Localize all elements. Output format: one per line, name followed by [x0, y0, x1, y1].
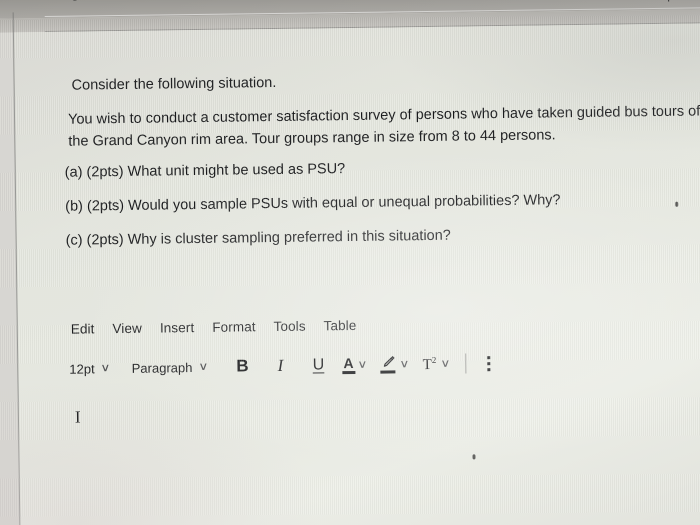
kebab-dot [486, 367, 491, 371]
superscript-icon: T2 [423, 354, 437, 373]
font-size-select[interactable]: 12pt ∨ [69, 360, 111, 377]
bold-button[interactable]: B [229, 354, 255, 378]
superscript-base: T [422, 356, 432, 373]
menu-table[interactable]: Table [324, 318, 357, 333]
answer-textarea[interactable] [50, 381, 700, 525]
quiz-screenshot-photo: Question 11 6 pts Consider the following… [0, 0, 700, 525]
underline-button[interactable]: U [305, 353, 331, 377]
chevron-down-icon[interactable]: ∨ [357, 358, 367, 370]
question-card: Consider the following situation. You wi… [12, 23, 700, 525]
menu-tools[interactable]: Tools [274, 319, 306, 334]
question-intro: Consider the following situation. [71, 74, 277, 94]
chevron-down-icon: ∨ [100, 361, 111, 374]
editor-toolbar: 12pt ∨ Paragraph ∨ B I U A ∨ ∨ T2 ∨ [69, 350, 496, 382]
highlight-color-button[interactable]: ∨ [381, 355, 410, 373]
chevron-down-icon[interactable]: ∨ [440, 357, 450, 369]
menu-format[interactable]: Format [212, 319, 256, 335]
question-body-line-1: You wish to conduct a customer satisfact… [67, 103, 700, 128]
text-cursor-icon: I [74, 407, 81, 427]
pen-highlighter-icon [381, 355, 396, 373]
block-format-value: Paragraph [131, 359, 193, 376]
menu-insert[interactable]: Insert [160, 320, 195, 335]
question-part-a: (a) (2pts) What unit might be used as PS… [64, 161, 346, 181]
chevron-down-icon: ∨ [198, 360, 209, 373]
block-format-select[interactable]: Paragraph ∨ [131, 359, 209, 376]
font-size-value: 12pt [69, 360, 95, 377]
points-badge: 6 pts [656, 0, 684, 2]
menu-view[interactable]: View [112, 321, 142, 336]
screen-plane: Question 11 6 pts Consider the following… [0, 0, 700, 525]
text-color-button[interactable]: A ∨ [343, 355, 367, 374]
superscript-exponent: 2 [431, 354, 437, 365]
toolbar-divider [465, 353, 467, 374]
chevron-down-icon[interactable]: ∨ [400, 358, 410, 370]
kebab-dot [486, 355, 490, 359]
screen-speck [675, 201, 679, 207]
text-color-icon: A [343, 355, 353, 374]
italic-button[interactable]: I [267, 354, 293, 378]
menu-edit[interactable]: Edit [71, 321, 95, 336]
question-title: Question 11 [66, 0, 153, 2]
question-part-b: (b) (2pts) Would you sample PSUs with eq… [65, 192, 561, 215]
superscript-button[interactable]: T2 ∨ [423, 354, 451, 373]
editor-menubar: Edit View Insert Format Tools Table [71, 318, 357, 337]
kebab-dot [486, 361, 490, 365]
question-part-c: (c) (2pts) Why is cluster sampling prefe… [65, 227, 451, 249]
screen-speck [472, 454, 476, 460]
answer-editor: Edit View Insert Format Tools Table 12pt… [47, 299, 700, 525]
more-options-button[interactable] [480, 352, 496, 374]
